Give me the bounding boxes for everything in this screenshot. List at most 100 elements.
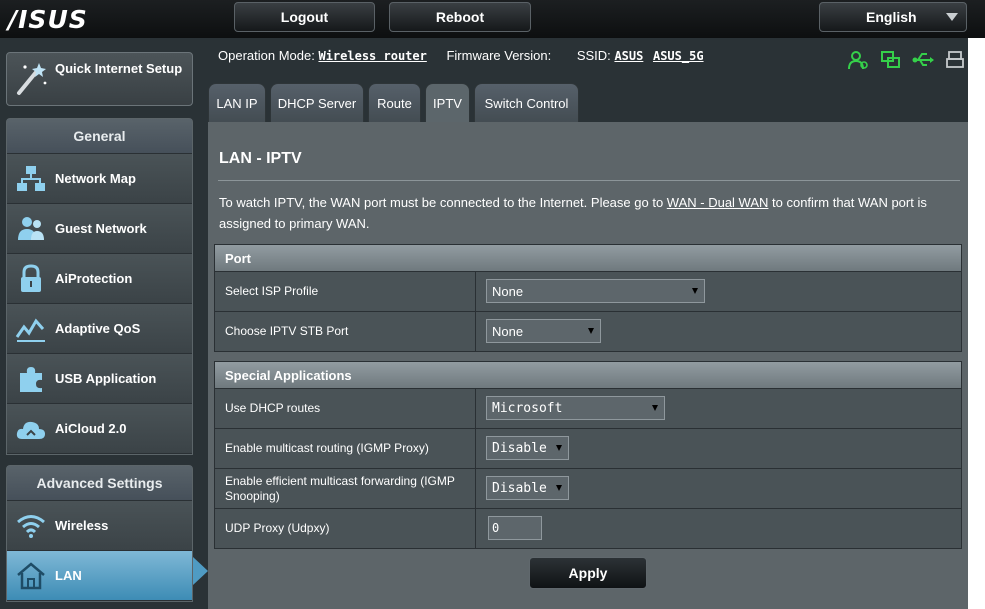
port-heading: Port	[215, 245, 961, 272]
isp-profile-select[interactable]: None	[486, 279, 705, 303]
apply-button[interactable]: Apply	[529, 557, 647, 589]
table-row: Choose IPTV STB Port None	[215, 312, 961, 351]
magic-wand-icon	[17, 63, 47, 95]
sidebar-item-label: Guest Network	[55, 221, 147, 236]
language-select[interactable]: English	[819, 2, 967, 32]
quick-internet-setup-button[interactable]: Quick Internet Setup	[6, 52, 193, 106]
sidebar-item-label: USB Application	[55, 371, 157, 386]
tab-dhcp-server[interactable]: DHCP Server	[270, 83, 364, 123]
network-map-icon	[17, 166, 45, 191]
dhcp-routes-select[interactable]: Microsoft	[486, 396, 665, 420]
tab-iptv[interactable]: IPTV	[425, 83, 470, 123]
dhcp-routes-label: Use DHCP routes	[215, 389, 476, 428]
sidebar-item-aiprotection[interactable]: AiProtection	[7, 254, 192, 304]
operation-mode-label: Operation Mode:	[218, 48, 315, 63]
chevron-down-icon	[588, 328, 594, 334]
tab-switch-control[interactable]: Switch Control	[474, 83, 579, 123]
logout-button[interactable]: Logout	[234, 2, 375, 32]
igmp-snooping-label: Enable efficient multicast forwarding (I…	[215, 469, 476, 508]
wan-dual-wan-link[interactable]: WAN - Dual WAN	[667, 195, 769, 210]
special-applications-table: Special Applications Use DHCP routes Mic…	[214, 361, 962, 549]
igmp-proxy-value: Disable	[492, 440, 547, 456]
table-row: UDP Proxy (Udpxy)	[215, 509, 961, 548]
dhcp-routes-value: Microsoft	[492, 400, 563, 416]
sidebar-item-label: Network Map	[55, 171, 136, 186]
row-value: Microsoft	[476, 389, 961, 428]
lock-icon	[21, 264, 41, 292]
quick-internet-setup-label: Quick Internet Setup	[55, 61, 183, 76]
sidebar-item-aicloud[interactable]: AiCloud 2.0	[7, 404, 192, 454]
wifi-icon	[17, 515, 45, 538]
status-bar: Operation Mode: Wireless router Firmware…	[218, 48, 704, 63]
sidebar-item-network-map[interactable]: Network Map	[7, 154, 192, 204]
home-icon	[17, 562, 45, 590]
row-value: None	[476, 272, 961, 311]
igmp-proxy-label: Enable multicast routing (IGMP Proxy)	[215, 429, 476, 468]
sidebar-item-guest-network[interactable]: Guest Network	[7, 204, 192, 254]
operation-mode-link[interactable]: Wireless router	[318, 49, 426, 63]
isp-profile-label: Select ISP Profile	[215, 272, 476, 311]
advanced-settings-menu: Advanced Settings Wireless LAN	[6, 465, 193, 602]
igmp-snooping-value: Disable	[492, 480, 547, 496]
table-row: Enable multicast routing (IGMP Proxy) Di…	[215, 429, 961, 469]
puzzle-icon	[20, 367, 42, 392]
ssid-link-2[interactable]: ASUS_5G	[653, 49, 704, 63]
sidebar-item-adaptive-qos[interactable]: Adaptive QoS	[7, 304, 192, 354]
reboot-button[interactable]: Reboot	[389, 2, 531, 32]
ssid-label: SSID:	[576, 48, 611, 63]
title-divider	[218, 180, 960, 181]
tab-route[interactable]: Route	[368, 83, 421, 123]
udpxy-label: UDP Proxy (Udpxy)	[215, 509, 476, 548]
iptv-stb-port-value: None	[492, 323, 524, 339]
general-menu: General Network Map Guest Network AiProt…	[6, 118, 193, 455]
chevron-down-icon	[652, 405, 658, 411]
row-value	[476, 509, 961, 548]
chevron-down-icon	[556, 485, 562, 491]
igmp-proxy-select[interactable]: Disable	[486, 436, 569, 460]
iptv-stb-port-label: Choose IPTV STB Port	[215, 312, 476, 351]
table-row: Select ISP Profile None	[215, 272, 961, 312]
row-value: Disable	[476, 429, 961, 468]
udpxy-input[interactable]	[488, 516, 542, 540]
advanced-settings-heading: Advanced Settings	[7, 466, 192, 501]
qos-icon	[15, 318, 45, 342]
firmware-version-label: Firmware Version:	[446, 48, 552, 63]
asus-logo[interactable]: /ISUS	[8, 5, 88, 34]
top-bar: /ISUS Logout Reboot English	[0, 0, 985, 38]
chevron-down-icon	[692, 288, 698, 294]
usb-icon[interactable]	[912, 50, 934, 70]
sidebar-item-label: AiCloud 2.0	[55, 421, 127, 436]
window-edge	[968, 38, 985, 609]
sidebar-item-label: Wireless	[55, 518, 109, 533]
content-panel: LAN - IPTV To watch IPTV, the WAN port m…	[208, 122, 968, 609]
isp-profile-value: None	[492, 283, 524, 299]
chevron-down-icon	[946, 13, 958, 21]
active-pointer-arrow	[193, 557, 208, 585]
table-row: Enable efficient multicast forwarding (I…	[215, 469, 961, 509]
guest-network-icon	[18, 217, 44, 240]
sidebar-item-wireless[interactable]: Wireless	[7, 501, 192, 551]
clients-icon[interactable]	[848, 50, 870, 70]
language-label: English	[866, 9, 917, 25]
page-description: To watch IPTV, the WAN port must be conn…	[219, 192, 959, 234]
port-table: Port Select ISP Profile None Choose IPTV…	[214, 244, 962, 352]
igmp-snooping-select[interactable]: Disable	[486, 476, 569, 500]
iptv-stb-port-select[interactable]: None	[486, 319, 601, 343]
sidebar-item-lan[interactable]: LAN	[7, 551, 192, 601]
sidebar-item-label: Adaptive QoS	[55, 321, 141, 336]
special-applications-heading: Special Applications	[215, 362, 961, 389]
tab-lan-ip[interactable]: LAN IP	[208, 83, 266, 123]
page-title: LAN - IPTV	[219, 150, 302, 167]
chevron-down-icon	[556, 445, 562, 451]
description-text: To watch IPTV, the WAN port must be conn…	[219, 195, 667, 210]
network-icon[interactable]	[880, 50, 902, 70]
sidebar-item-usb-application[interactable]: USB Application	[7, 354, 192, 404]
row-value: Disable	[476, 469, 961, 508]
table-row: Use DHCP routes Microsoft	[215, 389, 961, 429]
status-icons	[848, 50, 966, 70]
sidebar-item-label: AiProtection	[55, 271, 133, 286]
row-value: None	[476, 312, 961, 351]
ssid-link-1[interactable]: ASUS	[614, 49, 643, 63]
printer-icon[interactable]	[944, 50, 966, 70]
cloud-icon	[16, 421, 45, 439]
